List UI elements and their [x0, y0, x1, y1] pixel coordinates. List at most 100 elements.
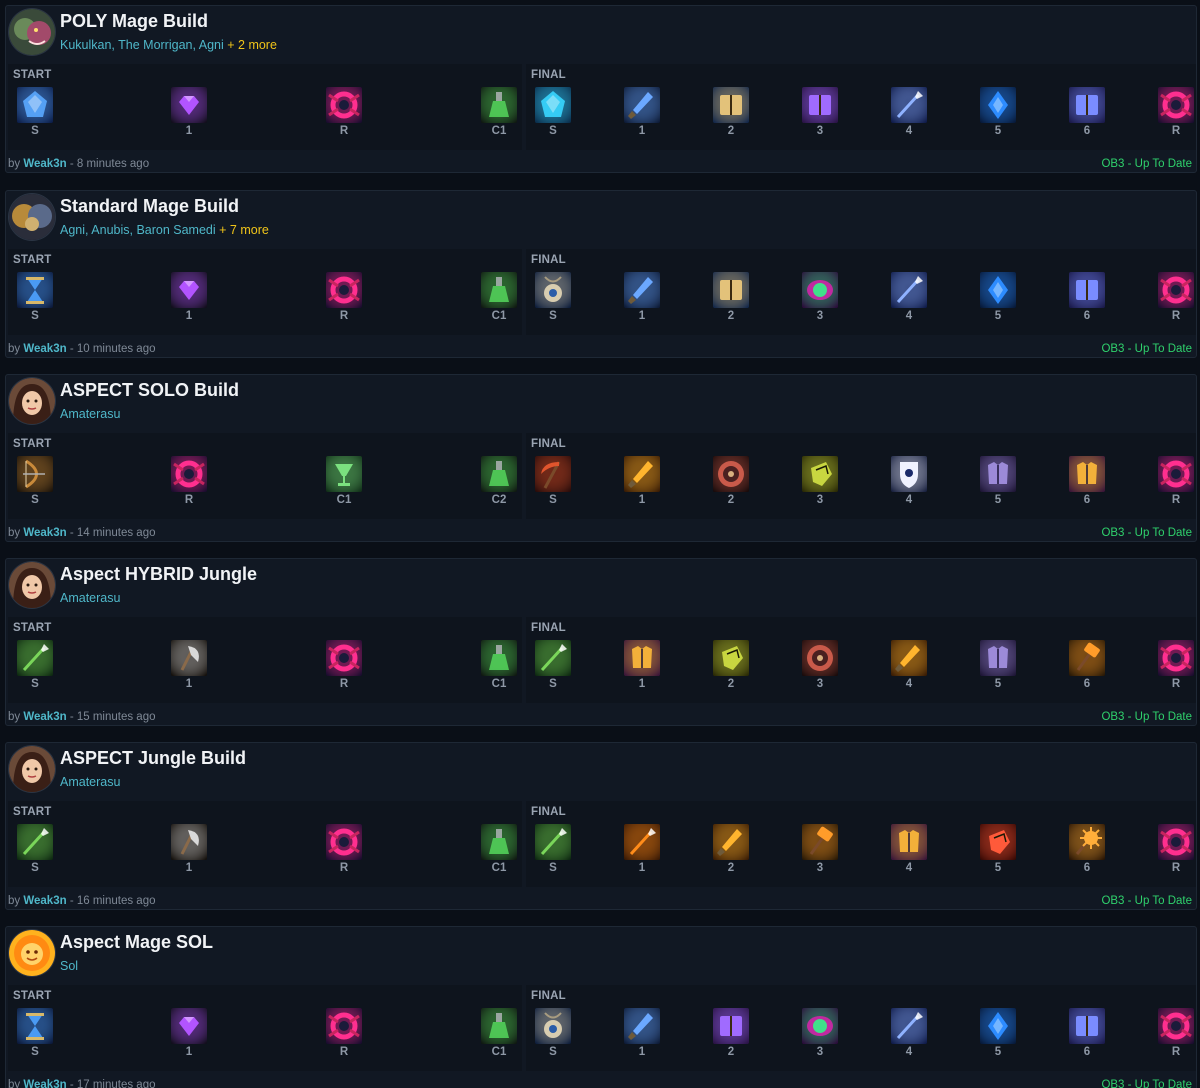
final-slot[interactable]: 5: [978, 824, 1018, 880]
final-slot[interactable]: R: [1156, 824, 1196, 880]
poly-god-portrait-icon[interactable]: [9, 9, 55, 55]
start-slot[interactable]: R: [324, 272, 364, 328]
start-slot[interactable]: 1: [169, 272, 209, 328]
final-slot[interactable]: 4: [889, 87, 929, 143]
start-slot[interactable]: R: [169, 456, 209, 512]
final-slot[interactable]: 2: [711, 1008, 751, 1064]
final-slot[interactable]: R: [1156, 640, 1196, 696]
final-slot[interactable]: 3: [800, 824, 840, 880]
start-slot[interactable]: S: [15, 640, 55, 696]
build-title[interactable]: ASPECT SOLO Build: [60, 380, 239, 401]
final-slot[interactable]: 5: [978, 640, 1018, 696]
build-card[interactable]: Aspect Mage SOL Sol START S 1 R C1 FINAL…: [5, 926, 1197, 1088]
final-slot[interactable]: S: [533, 824, 573, 880]
start-slot[interactable]: R: [324, 640, 364, 696]
final-slot[interactable]: 2: [711, 456, 751, 512]
start-slot[interactable]: C1: [479, 1008, 519, 1064]
final-slot[interactable]: R: [1156, 87, 1196, 143]
final-slot[interactable]: R: [1156, 1008, 1196, 1064]
final-slot[interactable]: R: [1156, 272, 1196, 328]
start-slot[interactable]: S: [15, 272, 55, 328]
amaterasu-portrait-icon[interactable]: [9, 378, 55, 424]
god-names[interactable]: Agni, Anubis, Baron Samedi: [60, 223, 216, 237]
start-slot[interactable]: R: [324, 824, 364, 880]
author-link[interactable]: Weak3n: [23, 1079, 66, 1088]
start-slot[interactable]: C1: [324, 456, 364, 512]
final-slot[interactable]: 1: [622, 456, 662, 512]
author-link[interactable]: Weak3n: [23, 527, 66, 539]
build-title[interactable]: ASPECT Jungle Build: [60, 748, 246, 769]
final-slot[interactable]: 2: [711, 272, 751, 328]
final-slot[interactable]: 6: [1067, 456, 1107, 512]
final-slot[interactable]: S: [533, 456, 573, 512]
final-slot[interactable]: 1: [622, 87, 662, 143]
final-slot[interactable]: 5: [978, 87, 1018, 143]
start-slot[interactable]: S: [15, 87, 55, 143]
final-slot[interactable]: 3: [800, 1008, 840, 1064]
final-slot[interactable]: S: [533, 1008, 573, 1064]
final-slot[interactable]: 5: [978, 1008, 1018, 1064]
start-slot[interactable]: C1: [479, 824, 519, 880]
start-slot[interactable]: C1: [479, 87, 519, 143]
build-card[interactable]: ASPECT Jungle Build Amaterasu START S 1: [5, 742, 1197, 910]
final-slot[interactable]: 3: [800, 640, 840, 696]
god-names[interactable]: Amaterasu: [60, 591, 120, 605]
amaterasu-portrait-icon[interactable]: [9, 746, 55, 792]
start-slot[interactable]: S: [15, 824, 55, 880]
start-slot[interactable]: R: [324, 1008, 364, 1064]
build-title[interactable]: Standard Mage Build: [60, 196, 239, 217]
build-card[interactable]: Standard Mage Build Agni, Anubis, Baron …: [5, 190, 1197, 358]
final-slot[interactable]: 3: [800, 456, 840, 512]
god-names[interactable]: Kukulkan, The Morrigan, Agni: [60, 38, 224, 52]
author-link[interactable]: Weak3n: [23, 343, 66, 355]
start-slot[interactable]: 1: [169, 640, 209, 696]
start-slot[interactable]: R: [324, 87, 364, 143]
build-card[interactable]: Aspect HYBRID Jungle Amaterasu START S 1: [5, 558, 1197, 726]
final-slot[interactable]: 1: [622, 1008, 662, 1064]
more-gods-link[interactable]: + 7 more: [219, 223, 269, 237]
god-names[interactable]: Amaterasu: [60, 775, 120, 789]
standard-god-portrait-icon[interactable]: [9, 194, 55, 240]
final-slot[interactable]: 4: [889, 1008, 929, 1064]
start-slot[interactable]: 1: [169, 824, 209, 880]
final-slot[interactable]: 5: [978, 272, 1018, 328]
sol-portrait-icon[interactable]: [9, 930, 55, 976]
author-link[interactable]: Weak3n: [23, 158, 66, 170]
build-title[interactable]: POLY Mage Build: [60, 11, 208, 32]
final-slot[interactable]: 3: [800, 87, 840, 143]
final-slot[interactable]: 4: [889, 640, 929, 696]
build-title[interactable]: Aspect Mage SOL: [60, 932, 213, 953]
start-slot[interactable]: S: [15, 456, 55, 512]
final-slot[interactable]: R: [1156, 456, 1196, 512]
build-card[interactable]: ASPECT SOLO Build Amaterasu START S R C1…: [5, 374, 1197, 542]
final-slot[interactable]: 2: [711, 824, 751, 880]
final-slot[interactable]: 4: [889, 272, 929, 328]
god-names[interactable]: Sol: [60, 959, 78, 973]
start-slot[interactable]: C1: [479, 272, 519, 328]
author-link[interactable]: Weak3n: [23, 711, 66, 723]
author-link[interactable]: Weak3n: [23, 895, 66, 907]
start-slot[interactable]: C1: [479, 640, 519, 696]
final-slot[interactable]: 6: [1067, 1008, 1107, 1064]
final-slot[interactable]: 6: [1067, 640, 1107, 696]
start-slot[interactable]: C2: [479, 456, 519, 512]
final-slot[interactable]: 5: [978, 456, 1018, 512]
start-slot[interactable]: 1: [169, 1008, 209, 1064]
final-slot[interactable]: 1: [622, 824, 662, 880]
final-slot[interactable]: S: [533, 272, 573, 328]
final-slot[interactable]: 2: [711, 640, 751, 696]
final-slot[interactable]: S: [533, 640, 573, 696]
final-slot[interactable]: 1: [622, 272, 662, 328]
final-slot[interactable]: S: [533, 87, 573, 143]
final-slot[interactable]: 4: [889, 824, 929, 880]
final-slot[interactable]: 1: [622, 640, 662, 696]
final-slot[interactable]: 6: [1067, 824, 1107, 880]
more-gods-link[interactable]: + 2 more: [227, 38, 277, 52]
final-slot[interactable]: 2: [711, 87, 751, 143]
build-card[interactable]: POLY Mage Build Kukulkan, The Morrigan, …: [5, 5, 1197, 173]
start-slot[interactable]: 1: [169, 87, 209, 143]
final-slot[interactable]: 6: [1067, 87, 1107, 143]
build-title[interactable]: Aspect HYBRID Jungle: [60, 564, 257, 585]
amaterasu-portrait-icon[interactable]: [9, 562, 55, 608]
final-slot[interactable]: 6: [1067, 272, 1107, 328]
